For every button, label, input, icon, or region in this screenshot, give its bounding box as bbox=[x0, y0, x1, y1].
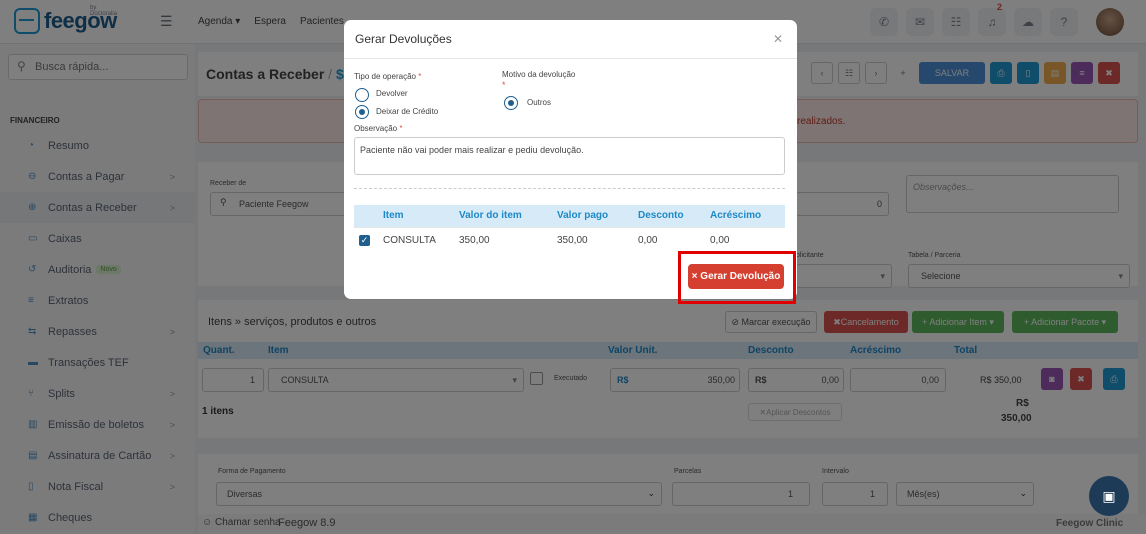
row-acrescimo: 0,00 bbox=[710, 235, 730, 246]
close-icon[interactable]: ✕ bbox=[773, 32, 783, 46]
required-mark: * bbox=[399, 124, 403, 133]
tipo-operacao-label: Tipo de operação * bbox=[354, 72, 421, 81]
row-valor-pago: 350,00 bbox=[557, 235, 588, 246]
observacao-label: Observação * bbox=[354, 124, 403, 133]
highlight-box bbox=[678, 251, 796, 304]
row-checkbox[interactable]: ✓ bbox=[359, 235, 370, 246]
chat-fab-button[interactable]: ▣ bbox=[1089, 476, 1129, 516]
required-mark: * bbox=[502, 80, 506, 90]
tipo-label-text: Tipo de operação bbox=[354, 72, 416, 81]
devolver-label: Devolver bbox=[376, 89, 408, 98]
col-item: Item bbox=[383, 210, 404, 221]
radio-devolver[interactable] bbox=[355, 88, 369, 102]
modal-divider bbox=[344, 58, 797, 59]
col-valor-item: Valor do item bbox=[459, 210, 522, 221]
modal-title: Gerar Devoluções bbox=[355, 32, 452, 46]
devolucao-table-header: Item Valor do item Valor pago Desconto A… bbox=[354, 205, 785, 227]
col-valor-pago: Valor pago bbox=[557, 210, 609, 221]
row-item: CONSULTA bbox=[383, 235, 436, 246]
required-mark: * bbox=[418, 72, 422, 81]
table-row: ✓ CONSULTA 350,00 350,00 0,00 0,00 bbox=[354, 227, 785, 253]
chat-icon: ▣ bbox=[1102, 487, 1116, 504]
row-valor-item: 350,00 bbox=[459, 235, 490, 246]
motivo-label: Motivo da devolução bbox=[502, 70, 576, 79]
radio-outros[interactable] bbox=[504, 96, 518, 110]
col-acrescimo: Acréscimo bbox=[710, 210, 762, 221]
col-desconto: Desconto bbox=[638, 210, 684, 221]
row-desconto: 0,00 bbox=[638, 235, 658, 246]
outros-label: Outros bbox=[527, 98, 552, 107]
obs-label-text: Observação bbox=[354, 124, 398, 133]
observacao-textarea[interactable]: Paciente não vai poder mais realizar e p… bbox=[354, 137, 785, 175]
observacao-value: Paciente não vai poder mais realizar e p… bbox=[360, 145, 584, 155]
dashed-divider bbox=[354, 188, 785, 189]
credito-label: Deixar de Crédito bbox=[376, 107, 439, 116]
radio-deixar-credito[interactable] bbox=[355, 105, 369, 119]
